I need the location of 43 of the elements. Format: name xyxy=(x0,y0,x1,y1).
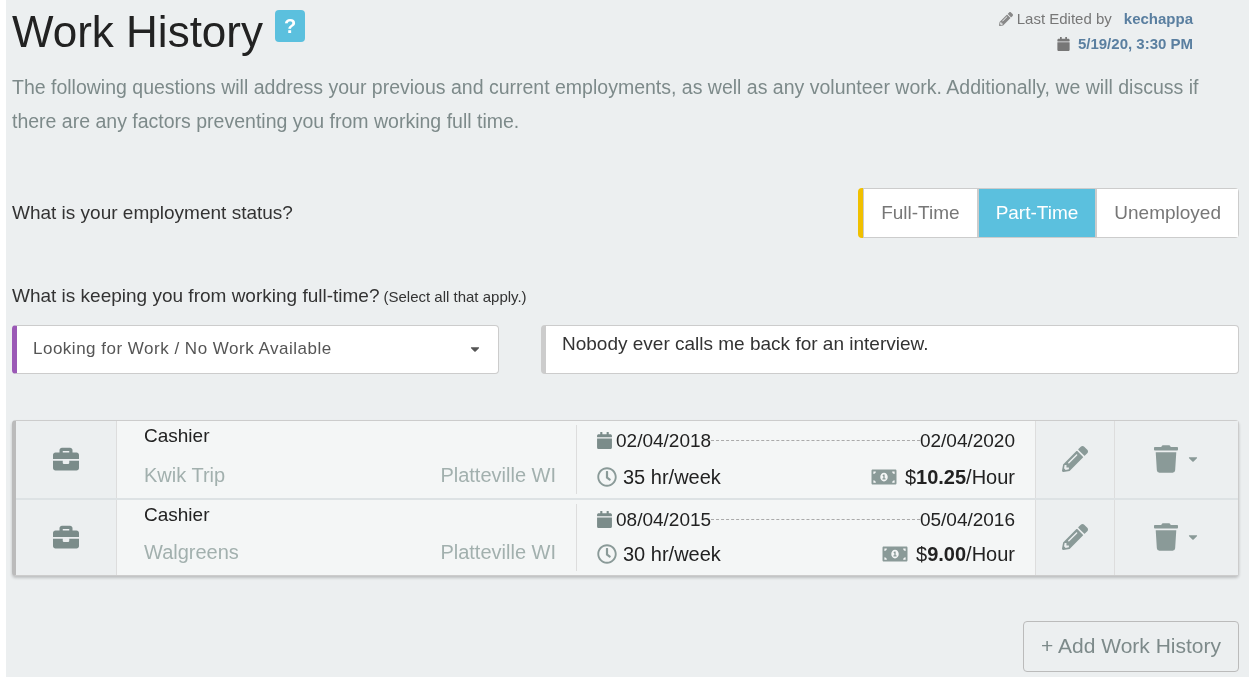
employer-name: Walgreens xyxy=(144,539,239,565)
description: The following questions will address your previous and current employments, as well as any volunteer work. Additionally, we will discuss if there are any factors preventing you from working full time. xyxy=(12,75,1200,134)
editor-name: kechappa xyxy=(1123,9,1193,29)
pencil-icon xyxy=(998,12,1013,27)
comment-field[interactable]: Nobody ever calls me back for an interview. xyxy=(541,324,1239,374)
pay-rate: $10.25/Hour xyxy=(904,464,1015,490)
end-date: 02/04/2020 xyxy=(919,428,1015,453)
employer-name: Kwik Trip xyxy=(144,462,226,488)
hours-per-week: 35 hr/week xyxy=(623,464,721,490)
pencil-icon xyxy=(1062,446,1088,472)
last-edited-label: Last Edited by xyxy=(1016,9,1112,29)
start-date: 08/04/2015 xyxy=(616,507,712,532)
delete-button[interactable] xyxy=(1115,420,1238,498)
question-text: What is your employment status? xyxy=(12,200,293,225)
reason-dropdown[interactable]: Looking for Work / No Work Available xyxy=(12,324,499,374)
job-title: Cashier xyxy=(144,424,211,447)
pay-rate: $9.00/Hour xyxy=(916,541,1015,567)
question-text: What is keeping you from working full-time? xyxy=(12,284,380,308)
briefcase-icon xyxy=(52,446,80,472)
edit-button[interactable] xyxy=(1035,499,1115,575)
job-location: Platteville WI xyxy=(440,462,556,488)
clock-icon xyxy=(597,543,617,564)
status-option[interactable]: Unemployed xyxy=(1096,188,1239,238)
clock-icon xyxy=(597,466,617,487)
job-location: Platteville WI xyxy=(440,539,556,565)
question-hint: (Select all that apply.) xyxy=(383,287,527,307)
add-work-history-button[interactable]: + Add Work History xyxy=(1023,620,1239,672)
trash-icon xyxy=(1153,445,1178,473)
trash-icon xyxy=(1153,523,1178,551)
edit-button[interactable] xyxy=(1035,420,1115,498)
job-title: Cashier xyxy=(144,503,211,526)
calendar-icon xyxy=(597,511,612,529)
status-option[interactable]: Full-Time xyxy=(863,188,978,238)
page-title: Work History xyxy=(12,6,263,58)
calendar-icon xyxy=(1056,36,1070,51)
calendar-icon xyxy=(597,432,612,450)
delete-button[interactable] xyxy=(1115,499,1238,575)
pencil-icon xyxy=(1062,524,1088,550)
end-date: 05/04/2016 xyxy=(919,507,1015,532)
start-date: 02/04/2018 xyxy=(616,428,712,453)
briefcase-icon xyxy=(52,524,80,550)
hours-per-week: 30 hr/week xyxy=(623,541,721,567)
edited-date: 5/19/20, 3:30 PM xyxy=(1077,33,1193,54)
